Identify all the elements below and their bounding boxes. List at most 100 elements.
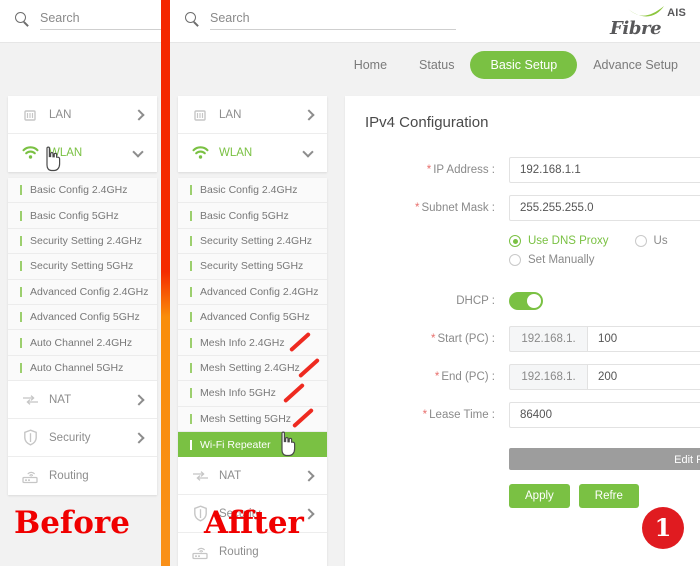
submenu-bullet-icon [20,337,22,348]
sidebar-subitem-auto-channel-2-4ghz[interactable]: Auto Channel 2.4GHz [8,330,157,356]
submenu-bullet-icon [190,286,192,297]
router-admin-app-after: AIS Fibre HomeStatusBasic SetupAdvance S… [170,0,700,566]
submenu-bullet-icon [20,312,22,323]
refresh-button[interactable]: Refre [578,484,639,508]
radio-use-dns-proxy[interactable]: Use DNS Proxy [509,235,609,247]
subnet-mask-label: * Subnet Mask : [415,202,495,214]
nav-tab-home[interactable]: Home [338,51,403,79]
start-pc-group: 192.168.1. [509,326,700,352]
chevron-right-icon [133,432,145,444]
field-lease-time: * Lease Time : [345,396,700,434]
nav-tab-advance-setup[interactable]: Advance Setup [577,51,694,79]
sidebar-subitem-label: Mesh Setting 2.4GHz [200,361,300,374]
sidebar-item-nat[interactable]: NAT [8,381,157,420]
sidebar-subitem-advanced-config-5ghz[interactable]: Advanced Config 5GHz [178,305,327,331]
sidebar-item-security[interactable]: Security [8,419,157,458]
subnet-mask-input[interactable] [509,195,700,221]
search-bar[interactable] [14,9,161,30]
dns-options: Use DNS Proxy Set Manually Us [345,227,700,274]
after-annotation-label: Affter [204,505,304,541]
sidebar-subitem-label: Security Setting 5GHz [200,260,304,273]
submenu-bullet-icon [190,312,192,323]
wlan-submenu-before: Basic Config 2.4GHz Basic Config 5GHz Secu… [8,178,157,382]
sidebar-subitem-advanced-config-5ghz[interactable]: Advanced Config 5GHz [8,305,157,331]
apply-button[interactable]: Apply [509,484,570,508]
radio-use-dns-second[interactable]: Us [634,235,668,247]
submenu-bullet-icon [190,337,192,348]
sidebar-subitem-advanced-config-2-4ghz[interactable]: Advanced Config 2.4GHz [8,280,157,305]
required-asterisk: * [431,333,436,345]
end-pc-input[interactable] [587,364,700,390]
sidebar-subitem-label: Advanced Config 5GHz [200,311,310,324]
sidebar-subitem-security-setting-5ghz[interactable]: Security Setting 5GHz [178,254,327,280]
sidebar-subitem-auto-channel-5ghz[interactable]: Auto Channel 5GHz [8,356,157,382]
sidebar-item-lan[interactable]: LAN [178,96,327,134]
sidebar-item-wlan-label: WLAN [219,147,253,159]
dhcp-toggle[interactable] [509,292,543,310]
sidebar-subitem-label: Advanced Config 2.4GHz [30,285,149,298]
search-input[interactable] [40,9,161,30]
sidebar-subitem-basic-config-2-4ghz[interactable]: Basic Config 2.4GHz [178,178,327,204]
nav-tab-basic-setup[interactable]: Basic Setup [470,51,578,79]
dns-options-col2: Us [634,235,668,266]
brand-fibre-text: Fibre [610,18,662,39]
chevron-right-icon [303,470,315,482]
sidebar-subitem-label: Security Setting 2.4GHz [30,234,143,247]
sidebar-subitem-basic-config-5ghz[interactable]: Basic Config 5GHz [178,203,327,229]
sidebar-item-routing[interactable]: Routing [8,457,157,495]
nat-icon [21,391,39,409]
nav-bar [0,43,161,89]
dhcp-label: DHCP : [456,295,495,307]
submenu-bullet-icon [20,210,22,221]
ip-address-input[interactable] [509,157,700,183]
sidebar-item-wlan[interactable]: WLAN [8,134,157,172]
search-icon [184,11,200,27]
radio-use-dns-proxy-label: Use DNS Proxy [528,235,609,247]
sidebar-subitem-security-setting-5ghz[interactable]: Security Setting 5GHz [8,254,157,280]
search-icon [14,11,30,27]
lease-time-input[interactable] [509,402,700,428]
sidebar-item-lan-label: LAN [219,108,242,121]
wifi-icon [21,144,39,162]
start-pc-prefix: 192.168.1. [509,326,587,352]
sidebar-item-wlan[interactable]: WLAN [178,134,327,172]
sidebar-subitem-security-setting-2-4ghz[interactable]: Security Setting 2.4GHz [178,229,327,255]
field-end-pc: * End (PC) : 192.168.1. [345,358,700,396]
sidebar-subitem-label: Auto Channel 5GHz [30,361,124,374]
lan-icon [191,106,209,124]
sidebar-subitem-label: Mesh Info 2.4GHz [200,336,285,349]
sidebar-subitem-basic-config-2-4ghz[interactable]: Basic Config 2.4GHz [8,178,157,204]
sidebar-subitem-label: Wi-Fi Repeater [200,438,271,451]
chevron-right-icon [303,109,315,121]
sidebar-subitem-label: Advanced Config 5GHz [30,311,140,324]
submenu-bullet-icon [190,413,192,424]
sidebar-after: LAN WLAN Basic Config 2.4GHz Basic Confi… [178,96,327,566]
search-input[interactable] [210,9,456,30]
radio-set-manually[interactable]: Set Manually [509,254,609,266]
sidebar-subitem-wi-fi-repeater[interactable]: Wi-Fi Repeater [178,431,327,458]
submenu-bullet-icon [20,286,22,297]
sidebar-item-routing-label: Routing [49,470,89,483]
ip-address-label: * IP Address : [426,164,495,176]
sidebar-subitem-basic-config-5ghz[interactable]: Basic Config 5GHz [8,203,157,229]
submenu-bullet-icon [20,362,22,373]
nav-tabs: Home Status Basic Setup Advance Setup [338,51,694,79]
edit-reserve-button[interactable]: Edit Reserv [509,448,700,470]
chevron-right-icon [133,109,145,121]
start-pc-label: * Start (PC) : [431,333,495,345]
search-bar-after[interactable] [184,9,456,30]
sidebar-subitem-security-setting-2-4ghz[interactable]: Security Setting 2.4GHz [8,229,157,255]
sidebar-subitem-label: Security Setting 5GHz [30,260,134,273]
lan-icon [21,106,39,124]
action-buttons: Apply Refre [509,484,700,508]
sidebar-item-security-label: Security [49,431,91,444]
top-bar [0,0,161,43]
start-pc-input[interactable] [587,326,700,352]
sidebar-item-lan[interactable]: LAN [8,96,157,134]
required-asterisk: * [426,164,432,176]
sidebar-item-nat[interactable]: NAT [178,457,327,496]
required-asterisk: * [415,202,420,214]
nav-tab-status[interactable]: Status [403,51,470,79]
sidebar-subitem-advanced-config-2-4ghz[interactable]: Advanced Config 2.4GHz [178,280,327,305]
field-ip-address: * IP Address : [345,151,700,189]
